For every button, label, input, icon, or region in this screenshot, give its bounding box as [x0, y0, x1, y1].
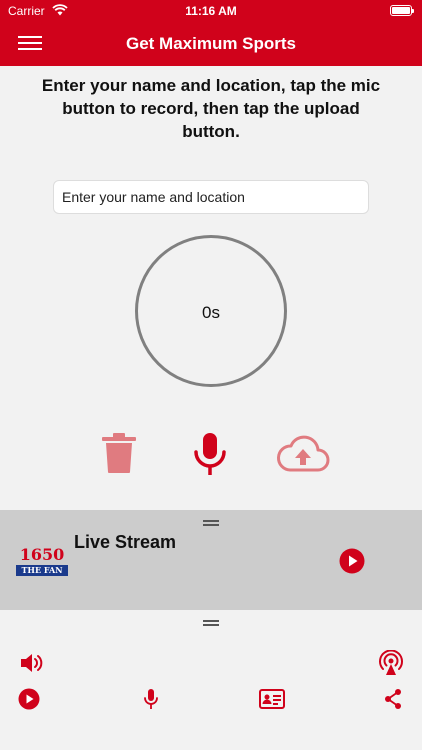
logo-tagline: THE FAN — [16, 565, 68, 576]
play-circle-icon[interactable] — [18, 688, 40, 710]
mic-icon[interactable] — [142, 688, 160, 710]
name-location-input[interactable] — [53, 180, 369, 214]
contact-card-icon[interactable] — [259, 688, 285, 710]
battery-icon — [390, 5, 414, 16]
trash-icon[interactable] — [100, 432, 138, 474]
page-title: Get Maximum Sports — [125, 34, 297, 53]
broadcast-icon[interactable] — [378, 650, 404, 676]
volume-icon[interactable] — [20, 652, 44, 674]
record-timer: 0s — [202, 303, 220, 322]
nav-bar: Get Maximum Sports — [0, 22, 422, 66]
share-icon[interactable] — [383, 688, 403, 710]
live-stream-title: Live Stream — [74, 532, 177, 552]
status-time: 11:16 AM — [185, 4, 237, 18]
drag-handle-icon[interactable] — [203, 520, 219, 526]
instructions-text: Enter your name and location, tap the mi… — [41, 76, 381, 141]
station-logo: 1650 THE FAN — [16, 546, 68, 576]
play-circle-icon[interactable] — [339, 548, 365, 574]
record-area: Enter your name and location, tap the mi… — [0, 66, 422, 510]
status-bar: Carrier 11:16 AM — [0, 0, 422, 22]
drag-handle-icon[interactable] — [203, 620, 219, 626]
cloud-upload-icon[interactable] — [276, 434, 330, 474]
mic-icon[interactable] — [190, 432, 230, 476]
logo-number: 1650 — [19, 545, 65, 564]
bottom-control-bar — [0, 610, 422, 750]
record-timer-circle: 0s — [135, 235, 287, 387]
